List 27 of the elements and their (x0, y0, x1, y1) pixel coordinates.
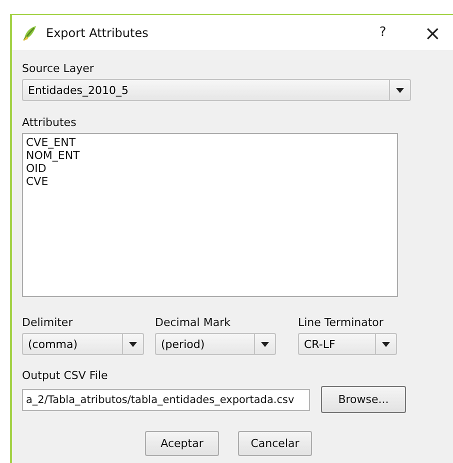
list-item[interactable]: CVE_ENT (26, 136, 394, 149)
field-label: Decimal Mark (155, 316, 230, 330)
dialog-button[interactable]: Aceptar (145, 431, 219, 456)
list-item[interactable]: NOM_ENT (26, 149, 394, 162)
dropdown-arrow-icon (129, 342, 137, 346)
field-label: Attributes (22, 116, 76, 130)
close-button[interactable]: × (424, 22, 441, 42)
option-dropdown[interactable]: (comma) (22, 333, 144, 355)
browse-button[interactable]: Browse... (321, 386, 406, 413)
field-label: Output CSV File (22, 369, 108, 383)
window-title: Export Attributes (46, 26, 148, 40)
dropdown-arrow-icon (396, 88, 404, 92)
list-item[interactable]: CVE (26, 175, 394, 188)
attribute-list[interactable]: CVE_ENT NOM_ENT OID CVE (22, 133, 398, 297)
help-button[interactable]: ? (379, 25, 386, 40)
leaf-icon (22, 24, 38, 42)
dropdown-arrow-icon (382, 342, 390, 346)
option-dropdown[interactable]: (period) (155, 333, 276, 355)
dropdown-arrow-icon (261, 342, 269, 346)
dialog-button[interactable]: Cancelar (238, 431, 312, 456)
layer-dropdown[interactable]: Entidades_2010_5 (22, 79, 411, 101)
file-path-field[interactable]: a_2/Tabla_atributos/tabla_entidades_exportada.csv (22, 388, 310, 410)
option-dropdown[interactable]: CR-LF (298, 333, 397, 355)
field-label: Line Terminator (298, 316, 384, 330)
field-label: Delimiter (22, 316, 73, 330)
list-item[interactable]: OID (26, 162, 394, 175)
field-label: Source Layer (22, 62, 94, 76)
